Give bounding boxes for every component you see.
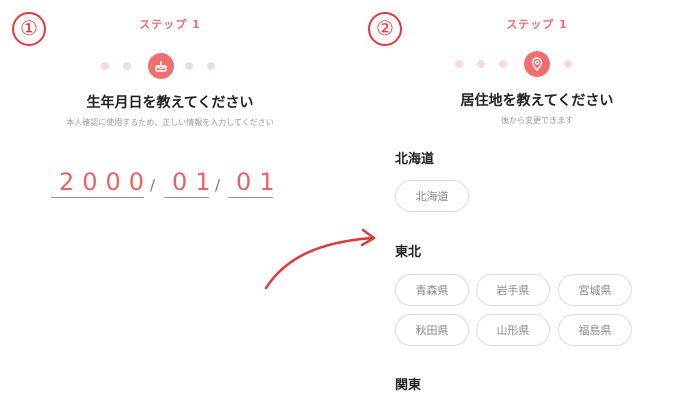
- step-marker-2: ②: [368, 12, 402, 46]
- prefecture-chip[interactable]: 福島県: [558, 314, 632, 346]
- birth-month-input[interactable]: 01: [164, 168, 211, 198]
- page-subtitle-birthdate: 本人確認に使用するため、正しい情報を入力してください: [66, 118, 274, 127]
- prefecture-chip[interactable]: 宮城県: [558, 274, 632, 306]
- step-marker-1: ①: [12, 12, 46, 46]
- page-title-residence: 居住地を教えてください: [460, 93, 614, 109]
- region-heading-kanto: 関東: [395, 378, 422, 393]
- progress-dot: [123, 62, 131, 70]
- prefecture-chip[interactable]: 青森県: [395, 274, 469, 306]
- progress-dot: [564, 60, 572, 68]
- progress-indicator-residence: [455, 51, 575, 77]
- page-subtitle-residence: 後から変更できます: [501, 116, 573, 125]
- cake-icon: [148, 53, 174, 79]
- progress-dot: [499, 60, 507, 68]
- prefecture-chip[interactable]: 岩手県: [476, 274, 550, 306]
- date-separator: /: [215, 176, 221, 194]
- location-pin-icon: [524, 51, 550, 77]
- progress-dot: [477, 60, 485, 68]
- date-separator: /: [150, 176, 156, 194]
- prefecture-chip[interactable]: 山形県: [476, 314, 550, 346]
- birth-day-input[interactable]: 01: [228, 168, 275, 198]
- progress-dot: [101, 62, 109, 70]
- region-heading-tohoku: 東北: [395, 245, 422, 260]
- region-heading-hokkaido: 北海道: [395, 152, 435, 167]
- progress-dot: [455, 60, 463, 68]
- progress-dot: [185, 62, 193, 70]
- prefecture-chip[interactable]: 北海道: [395, 180, 469, 212]
- page-title-birthdate: 生年月日を教えてください: [86, 95, 254, 111]
- step-label-residence: ステップ 1: [506, 18, 568, 31]
- birth-year-input[interactable]: 2000: [51, 168, 144, 198]
- progress-indicator-birthdate: [101, 53, 221, 79]
- prefecture-chip[interactable]: 秋田県: [395, 314, 469, 346]
- curved-arrow-icon: [264, 228, 376, 290]
- progress-dot: [207, 62, 215, 70]
- step-label-birthdate: ステップ 1: [139, 18, 201, 31]
